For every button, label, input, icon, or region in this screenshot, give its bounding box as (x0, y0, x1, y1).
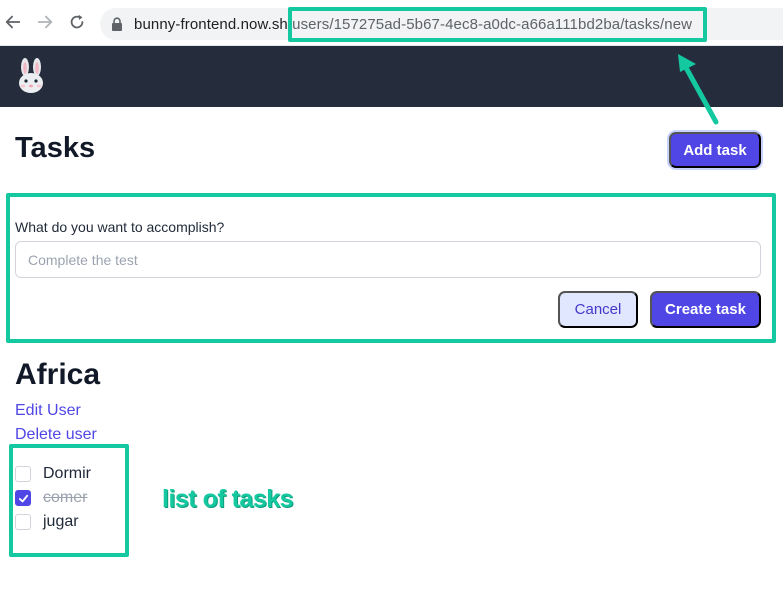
cancel-button[interactable]: Cancel (558, 291, 638, 328)
browser-toolbar: bunny-frontend.now.sh/users/157275ad-5b6… (0, 0, 783, 46)
task-checkbox-checked[interactable] (15, 490, 31, 506)
task-checkbox[interactable] (15, 466, 31, 482)
bunny-icon[interactable] (14, 58, 48, 94)
page-title: Tasks (15, 132, 96, 164)
url-path: users/157275ad-5b67-4ec8-a0dc-a66a111bd2… (292, 15, 693, 33)
create-task-button[interactable]: Create task (650, 291, 761, 328)
task-list-caption: list of tasks (162, 485, 294, 513)
app-header (0, 46, 783, 107)
url-text: bunny-frontend.now.sh/users/157275ad-5b6… (134, 16, 692, 33)
task-label: Dormir (43, 465, 91, 482)
edit-user-link[interactable]: Edit User (15, 402, 81, 420)
task-form-label: What do you want to accomplish? (15, 219, 225, 235)
task-label: jugar (43, 513, 79, 530)
checkmark-icon (18, 494, 28, 502)
task-label: comer (43, 489, 88, 506)
task-item[interactable]: Dormir (15, 464, 91, 484)
task-item[interactable]: comer (15, 488, 87, 508)
address-bar[interactable]: bunny-frontend.now.sh/users/157275ad-5b6… (100, 8, 783, 40)
url-host: bunny-frontend.now.sh/ (134, 15, 293, 33)
forward-arrow-icon[interactable] (34, 11, 56, 33)
back-arrow-icon[interactable] (2, 11, 24, 33)
task-item[interactable]: jugar (15, 512, 79, 532)
task-checkbox[interactable] (15, 514, 31, 530)
lock-icon (112, 17, 122, 31)
user-name: Africa (15, 358, 101, 391)
task-input[interactable] (15, 241, 761, 278)
add-task-button[interactable]: Add task (669, 132, 761, 168)
annotation-arrow-icon (678, 54, 719, 125)
delete-user-link[interactable]: Delete user (15, 426, 97, 444)
reload-icon[interactable] (66, 11, 88, 33)
